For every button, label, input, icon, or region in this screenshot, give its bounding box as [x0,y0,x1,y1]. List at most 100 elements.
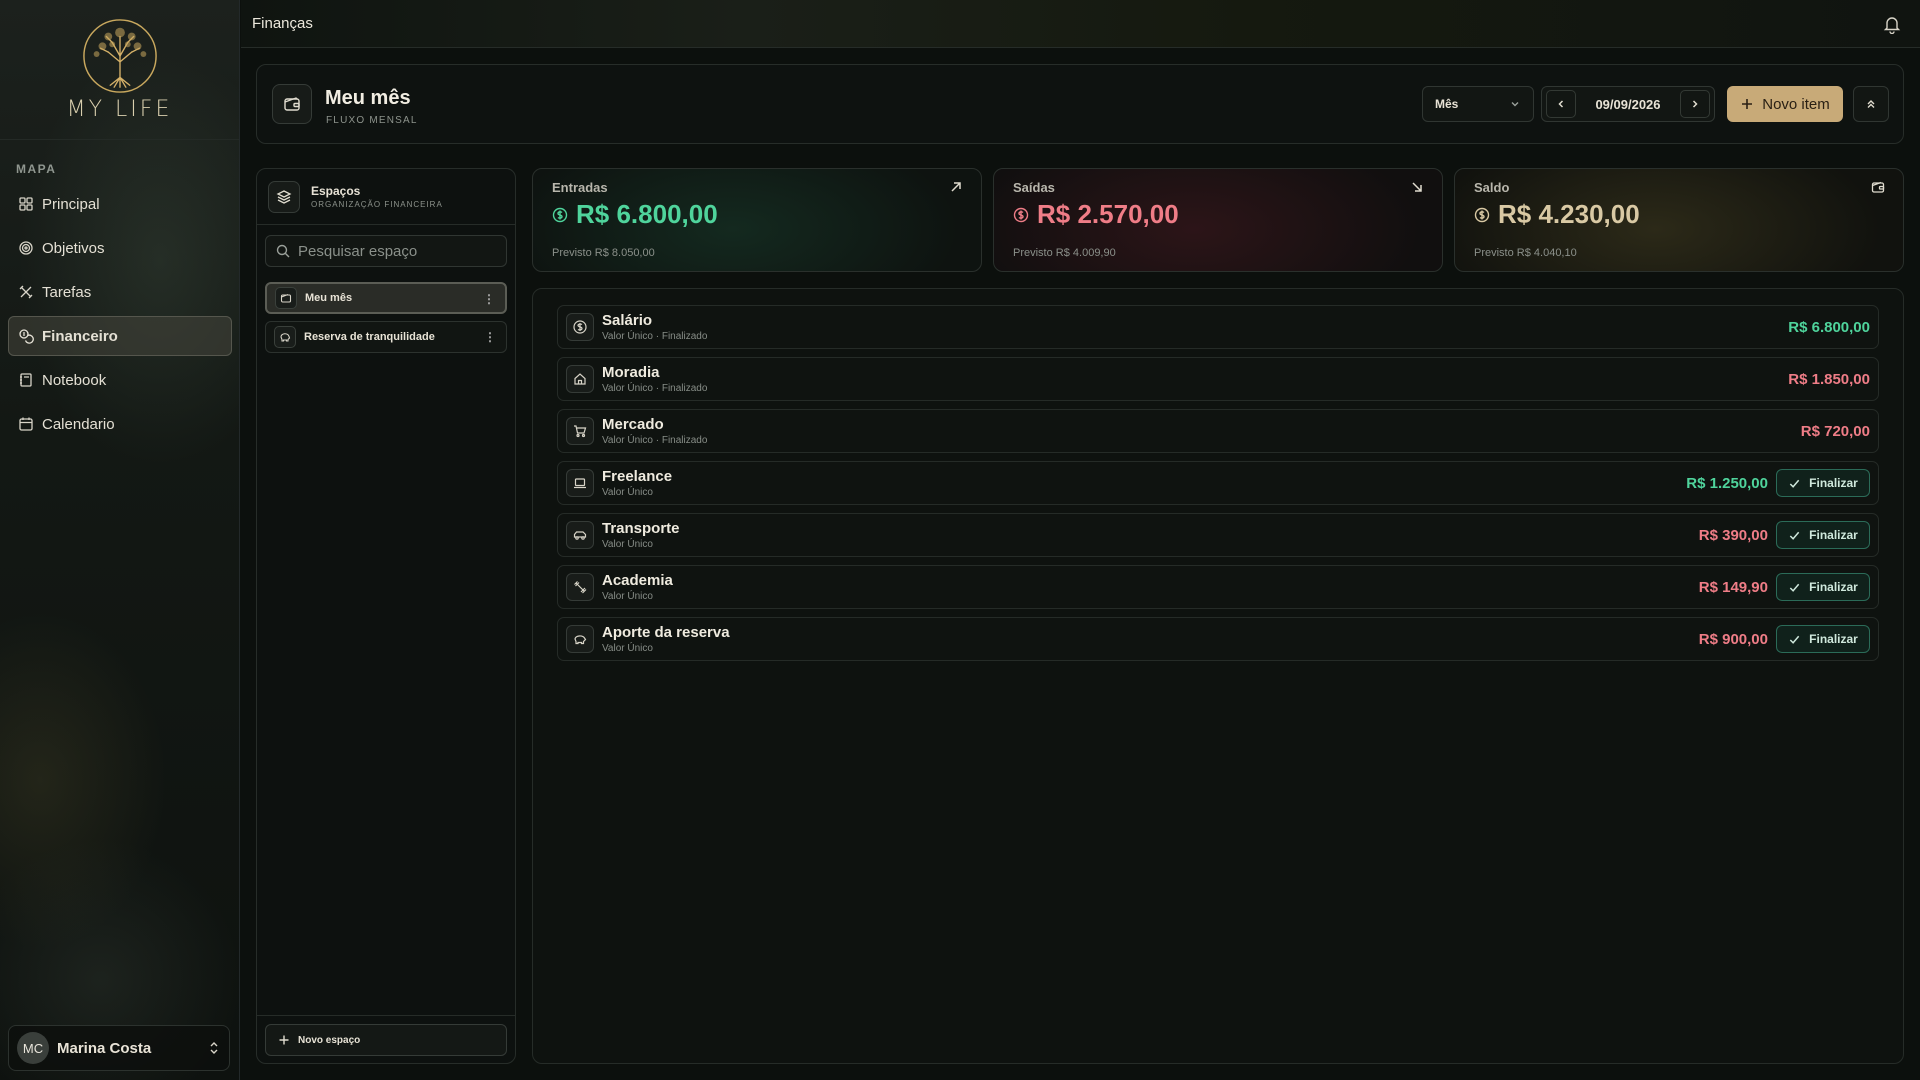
nav-item-notebook[interactable]: Notebook [8,360,232,400]
chevron-right-icon [1692,100,1698,108]
search-input[interactable] [298,242,498,260]
transaction-name: Freelance [602,468,673,485]
nav-item-label: Tarefas [42,283,92,301]
more-options-icon[interactable]: ⋮ [484,330,496,344]
finalize-button[interactable]: Finalizar [1776,625,1870,653]
collapse-button[interactable] [1853,86,1889,122]
period-select-value: Mês [1435,97,1459,111]
balance-value-row: R$ 4.230,00 [1474,199,1640,230]
bell-icon[interactable] [1882,14,1902,34]
page-header: Meu mês FLUXO MENSAL Mês 09/09/2026 Novo… [256,64,1904,144]
arrow-down-right-icon [1412,182,1422,192]
income-label: Entradas [552,180,608,195]
expenses-label: Saídas [1013,180,1055,195]
plus-icon [1742,99,1753,109]
transaction-meta: Valor Único [602,487,653,498]
income-value-row: R$ 6.800,00 [552,199,718,230]
transaction-row[interactable]: Moradia Valor Único · Finalizado R$ 1.85… [557,357,1879,401]
search-icon [276,244,290,258]
finalize-button[interactable]: Finalizar [1776,469,1870,497]
nav-item-principal[interactable]: Principal [8,184,232,224]
transaction-row[interactable]: Transporte Valor Único R$ 390,00 Finaliz… [557,513,1879,557]
piggy-bank-icon [566,625,594,653]
finalize-button[interactable]: Finalizar [1776,521,1870,549]
spaces-footer: Novo espaço [257,1015,515,1063]
new-space-label: Novo espaço [298,1034,361,1046]
user-menu[interactable]: MC Marina Costa [8,1025,230,1071]
nav-section-label: MAPA [16,162,57,176]
finalize-label: Finalizar [1809,476,1858,490]
transaction-name: Transporte [602,520,680,537]
nav-item-calendario[interactable]: Calendario [8,404,232,444]
target-icon [18,240,34,256]
cart-icon [566,417,594,445]
new-space-button[interactable]: Novo espaço [265,1024,507,1056]
check-icon [1789,479,1800,488]
plus-icon [279,1035,289,1045]
new-item-button[interactable]: Novo item [1727,86,1843,122]
space-item-reserva[interactable]: Reserva de tranquilidade ⋮ [265,321,507,353]
expenses-card: Saídas R$ 2.570,00 Previsto R$ 4.009,90 [993,168,1443,272]
wallet-icon [275,287,297,309]
transaction-name: Salário [602,312,653,329]
transaction-row[interactable]: Aporte da reserva Valor Único R$ 900,00 … [557,617,1879,661]
space-item-label: Meu mês [305,292,353,304]
space-item-meu-mes[interactable]: Meu mês ⋮ [265,282,507,314]
next-period-button[interactable] [1680,90,1710,118]
transaction-name: Moradia [602,364,660,381]
tools-icon [18,284,34,300]
wallet-icon [1871,181,1885,193]
finalize-label: Finalizar [1809,528,1858,542]
nav-item-label: Objetivos [42,239,105,257]
piggy-bank-icon [274,326,296,348]
brand-name: MY LIFE [66,97,173,122]
transaction-row[interactable]: Academia Valor Único R$ 149,90 Finalizar [557,565,1879,609]
income-card: Entradas R$ 6.800,00 Previsto R$ 8.050,0… [532,168,982,272]
notebook-icon [18,372,34,388]
topbar-title: Finanças [252,15,313,32]
prev-period-button[interactable] [1546,90,1576,118]
nav-item-tarefas[interactable]: Tarefas [8,272,232,312]
spaces-header: Espaços ORGANIZAÇÃO FINANCEIRA [257,169,515,225]
arrow-up-right-icon [951,182,961,192]
transaction-amount: R$ 149,90 [1698,579,1768,596]
home-icon [566,365,594,393]
current-date[interactable]: 09/09/2026 [1580,97,1676,112]
nav-item-label: Notebook [42,371,107,389]
new-item-label: Novo item [1762,95,1830,113]
logo[interactable]: MY LIFE [0,0,239,140]
nav-item-financeiro[interactable]: Financeiro [8,316,232,356]
balance-label: Saldo [1474,180,1510,195]
transaction-meta: Valor Único · Finalizado [602,331,708,342]
transaction-row[interactable]: Salário Valor Único · Finalizado R$ 6.80… [557,305,1879,349]
check-icon [1789,635,1800,644]
transaction-amount: R$ 720,00 [1800,423,1870,440]
finalize-button[interactable]: Finalizar [1776,573,1870,601]
check-icon [1789,531,1800,540]
expenses-value: R$ 2.570,00 [1037,199,1179,229]
chevron-down-icon [1511,102,1519,107]
transaction-row[interactable]: Freelance Valor Único R$ 1.250,00 Finali… [557,461,1879,505]
transaction-row[interactable]: Mercado Valor Único · Finalizado R$ 720,… [557,409,1879,453]
dollar-coin-icon [1474,207,1490,222]
transaction-amount: R$ 390,00 [1698,527,1768,544]
user-name: Marina Costa [57,1039,152,1057]
transaction-meta: Valor Único [602,539,653,550]
balance-forecast: Previsto R$ 4.040,10 [1474,247,1577,259]
nav-item-objetivos[interactable]: Objetivos [8,228,232,268]
avatar: MC [17,1032,49,1064]
nav-item-label: Financeiro [42,327,118,345]
income-forecast: Previsto R$ 8.050,00 [552,247,655,259]
dollar-coin-icon [1013,207,1029,222]
dollar-icon [566,313,594,341]
transaction-amount: R$ 1.250,00 [1686,475,1768,492]
period-select[interactable]: Mês [1422,86,1534,122]
grid-icon [18,196,34,212]
more-options-icon[interactable]: ⋮ [483,292,495,306]
tree-logo-icon [82,19,157,93]
laptop-icon [566,469,594,497]
transaction-meta: Valor Único [602,643,653,654]
dollar-coin-icon [552,207,568,222]
main-nav: Principal Objetivos Tarefas Financeiro N… [8,184,232,448]
topbar: Finanças [241,0,1920,48]
